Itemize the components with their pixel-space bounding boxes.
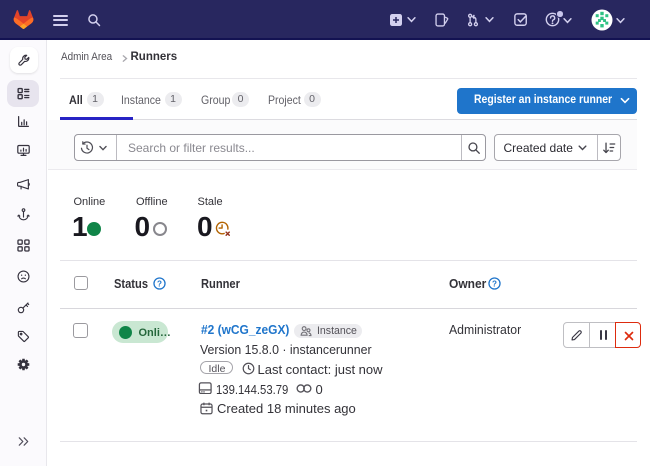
svg-text:?: ? [492, 279, 497, 288]
svg-text:?: ? [157, 279, 162, 288]
